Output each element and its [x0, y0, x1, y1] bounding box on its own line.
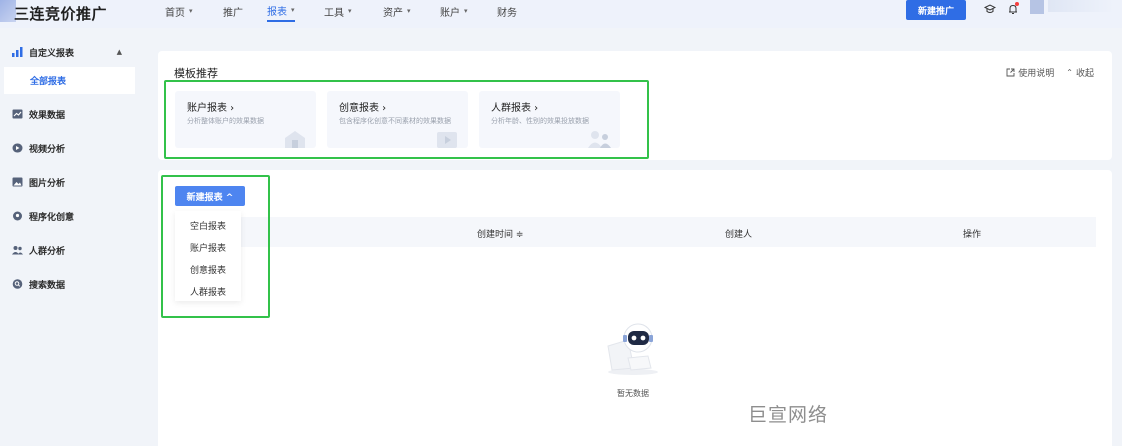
location-icon: [13, 211, 22, 221]
empty-state-text: 暂无数据: [617, 389, 649, 398]
help-link[interactable]: 使用说明: [1006, 66, 1054, 79]
avatar[interactable]: [1030, 0, 1044, 14]
chart-icon: [12, 47, 23, 57]
user-menu[interactable]: [1048, 0, 1114, 12]
column-action: 操作: [963, 230, 982, 240]
video-card-icon: [437, 132, 457, 148]
trend-icon: [12, 109, 23, 119]
notification-dot: [1015, 2, 1019, 6]
bell-icon[interactable]: [1006, 2, 1020, 16]
image-icon: [12, 177, 23, 187]
new-report-button[interactable]: 新建报表 ^: [175, 186, 245, 206]
graduation-cap-icon[interactable]: [983, 2, 997, 16]
nav-home[interactable]: 首页 ▾: [165, 0, 193, 22]
people-icon: [12, 246, 23, 255]
template-card-account[interactable]: 账户报表 › 分析整体账户的效果数据: [175, 91, 316, 148]
nav-account[interactable]: 账户 ▾: [440, 0, 468, 22]
nav-tools[interactable]: 工具 ▾: [324, 0, 352, 22]
video-icon: [12, 143, 23, 153]
dropdown-item-creative[interactable]: 创意报表: [190, 263, 226, 276]
double-chevron-up-icon: ⌃: [1066, 68, 1073, 77]
sidebar-item-all-reports[interactable]: 全部报表: [4, 67, 135, 94]
template-card-audience[interactable]: 人群报表 › 分析年龄、性别的效果投放数据: [479, 91, 620, 148]
robot-illustration: [607, 323, 658, 375]
app-title: 三连竞价推广: [14, 5, 108, 23]
sidebar-item-programmatic-creative[interactable]: 程序化创意: [12, 206, 132, 226]
template-card-creative[interactable]: 创意报表 › 包含程序化创意不同素材的效果数据: [327, 91, 468, 148]
watermark-text: 巨宣网络: [748, 404, 829, 426]
column-creator: 创建人: [725, 230, 753, 240]
nav-promotion[interactable]: 推广: [223, 0, 243, 22]
sidebar-group-custom-reports[interactable]: 自定义报表 ▲: [12, 42, 132, 62]
external-link-icon: [1006, 68, 1015, 77]
sidebar-item-image-analysis[interactable]: 图片分析: [12, 172, 132, 192]
template-panel-title: 模板推荐: [174, 67, 218, 80]
chevron-up-icon: ▲: [116, 48, 122, 56]
sidebar-item-video-analysis[interactable]: 视频分析: [12, 138, 132, 158]
collapse-link[interactable]: ⌃ 收起: [1066, 66, 1094, 79]
people-card-icon: [588, 131, 611, 148]
nav-finance[interactable]: 财务: [497, 0, 517, 22]
dropdown-item-account[interactable]: 账户报表: [190, 241, 226, 254]
column-created-time[interactable]: 创建时间 ≑: [477, 227, 523, 240]
house-icon: [285, 131, 305, 148]
dropdown-item-audience[interactable]: 人群报表: [190, 285, 226, 298]
sidebar-item-performance-data[interactable]: 效果数据: [12, 104, 132, 124]
dropdown-item-blank[interactable]: 空白报表: [190, 219, 226, 232]
top-bar: 三连竞价推广 首页 ▾ 推广 报表 ▾ 工具 ▾ 资产 ▾ 账户 ▾ 财务 新建推广: [0, 0, 1122, 28]
new-promotion-button[interactable]: 新建推广: [906, 0, 966, 20]
report-panel: 新建报表 ^ 创建时间 ≑ 创建人 操作 空白报表 账户报表 创意报表 人群报表…: [158, 170, 1112, 446]
table-header: 创建时间 ≑ 创建人 操作: [175, 217, 1096, 247]
nav-assets[interactable]: 资产 ▾: [383, 0, 411, 22]
new-report-dropdown: 空白报表 账户报表 创意报表 人群报表: [175, 211, 241, 301]
sidebar-item-audience-analysis[interactable]: 人群分析: [12, 240, 132, 260]
sidebar-item-search-data[interactable]: 搜索数据: [12, 274, 132, 294]
nav-reports[interactable]: 报表 ▾: [267, 0, 295, 22]
search-icon: [12, 279, 23, 289]
template-panel: 模板推荐 使用说明 ⌃ 收起 账户报表 › 分析整体账户的效果数据 创意报表 ›…: [158, 51, 1112, 160]
